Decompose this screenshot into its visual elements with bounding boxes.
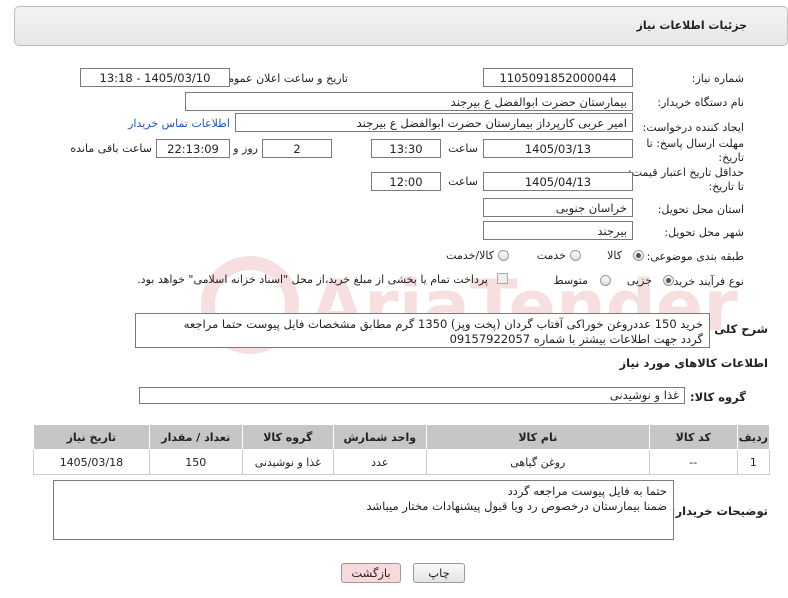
treasury-payment-checkbox[interactable] (497, 273, 508, 284)
category-both-label: کالا/خدمت (446, 249, 494, 262)
goods-section-title: اطلاعات کالاهای مورد نیاز (619, 356, 768, 370)
deadline-label-2: تاریخ: (718, 151, 744, 164)
deadline-label: مهلت ارسال پاسخ: تا (646, 137, 744, 150)
col-code: کد کالا (648, 424, 738, 450)
validity-date-field: 1405/04/13 (483, 172, 633, 191)
province-label: استان محل تحویل: (657, 203, 744, 216)
days-label: روز و (233, 142, 258, 155)
category-service-radio[interactable] (570, 250, 581, 261)
announce-label: تاریخ و ساعت اعلان عمومی: (215, 72, 348, 85)
contact-info-link[interactable]: اطلاعات تماس خریدار (128, 117, 230, 130)
purchase-type-label: نوع فرآیند خرید : (666, 275, 744, 288)
category-goods-label: کالا (607, 249, 622, 262)
buyer-notes-field: حتما به فایل پیوست مراجعه گردد ضمنا بیما… (53, 480, 674, 540)
creator-field: امیر عربی کارپرداز بیمارستان حضرت ابوالف… (235, 113, 633, 132)
treasury-payment-label: پرداخت تمام یا بخشی از مبلغ خرید،از محل … (137, 273, 488, 286)
deadline-time-label: ساعت (448, 142, 478, 155)
goods-table: ردیف کد کالا نام کالا واحد شمارش گروه کا… (33, 424, 771, 475)
col-group: گروه کالا (241, 424, 334, 450)
validity-time-field: 12:00 (371, 172, 441, 191)
deadline-date-field: 1405/03/13 (483, 139, 633, 158)
col-name: نام کالا (425, 424, 650, 450)
city-label: شهر محل تحویل: (664, 226, 744, 239)
buyer-notes-line-2: ضمنا بیمارستان درخصوص رد ویا قبول پیشنها… (366, 499, 667, 513)
col-row: ردیف (736, 424, 771, 450)
validity-label-2: تا تاریخ: (708, 180, 744, 193)
col-unit: واحد شمارش (332, 424, 427, 450)
col-quantity: تعداد / مقدار (148, 424, 243, 450)
cell-need-date: 1405/03/18 (33, 449, 150, 475)
purchase-minor-radio[interactable] (663, 275, 674, 286)
col-need-date: تاریخ نیاز (33, 424, 150, 450)
cell-name: روغن گیاهی (425, 449, 650, 475)
category-label: طبقه بندی موضوعی: (646, 250, 744, 263)
deadline-time-field: 13:30 (371, 139, 441, 158)
days-field: 2 (262, 139, 332, 158)
remaining-time-field: 22:13:09 (156, 139, 230, 158)
buyer-notes-line-1: حتما به فایل پیوست مراجعه گردد (507, 484, 667, 498)
cell-group: غذا و نوشیدنی (241, 449, 334, 475)
remaining-label: ساعت باقی مانده (70, 142, 152, 155)
cell-quantity: 150 (148, 449, 243, 475)
goods-group-field: غذا و نوشیدنی (139, 387, 685, 404)
category-both-radio[interactable] (498, 250, 509, 261)
goods-group-label: گروه کالا: (690, 390, 746, 404)
purchase-medium-radio[interactable] (600, 275, 611, 286)
city-field: بیرجند (483, 221, 633, 240)
province-field: خراسان جنوبی (483, 198, 633, 217)
general-desc-line-2: گردد جهت اطلاعات بیشتر با شماره 09157922… (449, 332, 703, 346)
general-desc-line-1: خرید 150 عددروغن خوراکی آفتاب گردان (پخت… (183, 317, 703, 331)
category-service-label: خدمت (536, 249, 566, 262)
cell-unit: عدد (332, 449, 427, 475)
need-number-label: شماره نیاز: (691, 72, 744, 85)
buyer-notes-label: توضیحات خریدار: (670, 504, 768, 518)
buyer-org-label: نام دستگاه خریدار: (657, 96, 744, 109)
cell-row: 1 (736, 449, 771, 475)
header-panel: جزئیات اطلاعات نیاز (14, 6, 788, 46)
cell-code: -- (648, 449, 738, 475)
general-desc-field: خرید 150 عددروغن خوراکی آفتاب گردان (پخت… (135, 313, 710, 348)
announce-field: 1405/03/10 - 13:18 (80, 68, 230, 87)
validity-time-label: ساعت (448, 175, 478, 188)
validity-label: حداقل تاریخ اعتبار قیمت: (628, 166, 744, 179)
purchase-medium-label: متوسط (553, 274, 588, 287)
print-button[interactable]: چاپ (413, 563, 465, 583)
creator-label: ایجاد کننده درخواست: (642, 121, 744, 134)
buyer-org-field: بیمارستان حضرت ابوالفضل ع بیرجند (185, 92, 633, 111)
goods-table-header: ردیف کد کالا نام کالا واحد شمارش گروه کا… (33, 424, 771, 450)
purchase-minor-label: جزیی (626, 274, 652, 287)
page-title: جزئیات اطلاعات نیاز (636, 19, 748, 32)
category-goods-radio[interactable] (633, 250, 644, 261)
back-button[interactable]: بازگشت (341, 563, 401, 583)
need-number-field: 1105091852000044 (483, 68, 633, 87)
table-row: 1 -- روغن گیاهی عدد غذا و نوشیدنی 150 14… (33, 449, 771, 475)
